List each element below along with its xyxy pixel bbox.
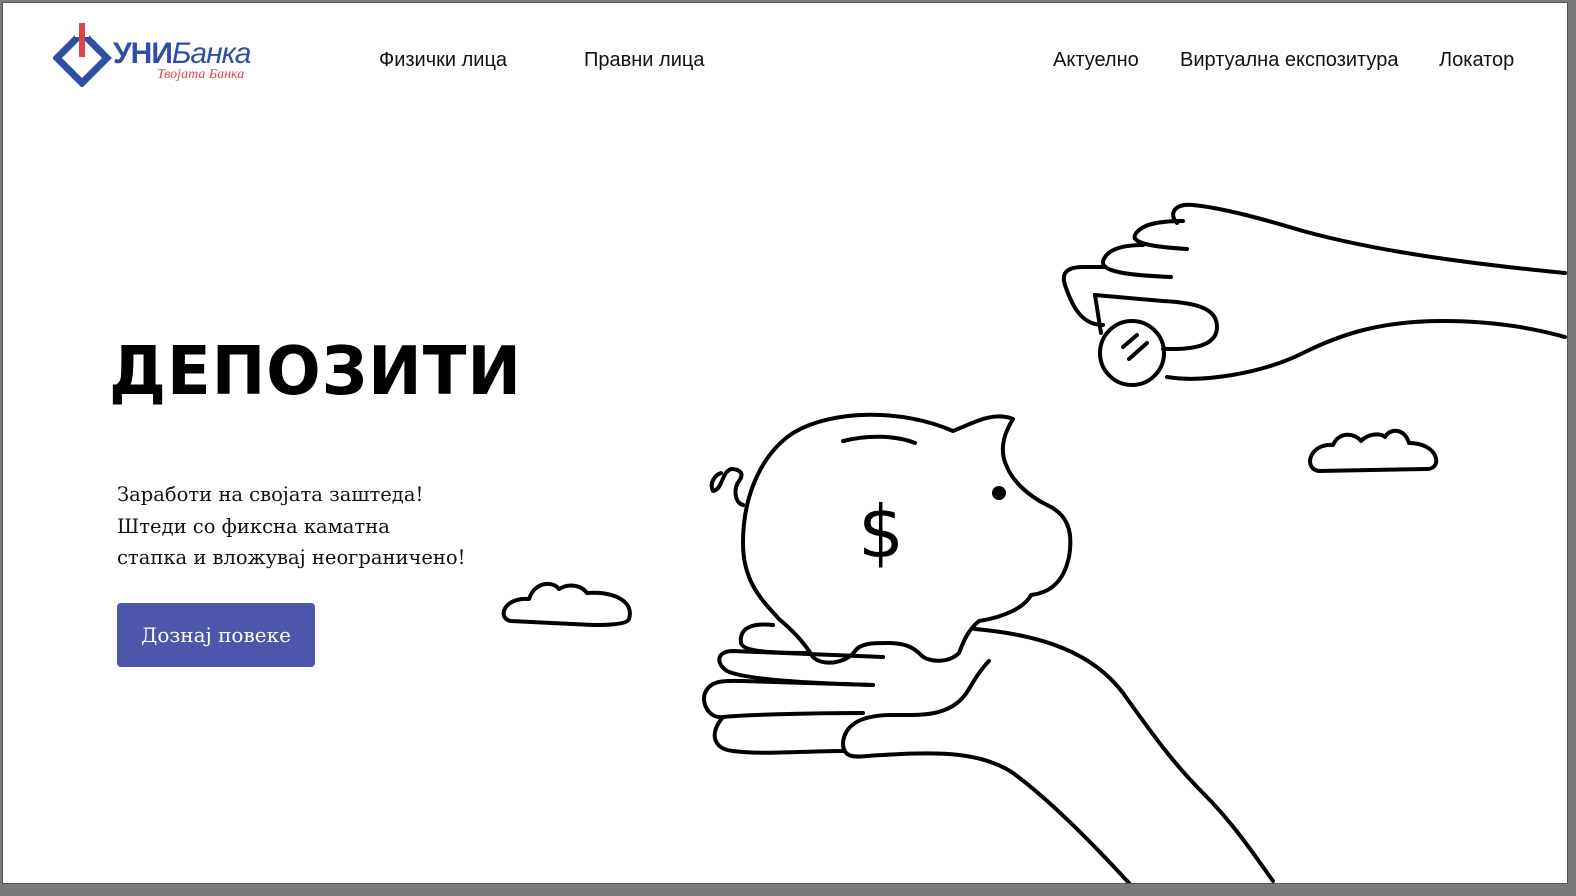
cloud-icon <box>1308 428 1439 473</box>
piggy-bank: $ <box>709 412 1073 665</box>
nav-news[interactable]: Актуелно <box>1053 47 1139 73</box>
piggy-bank-illustration: $ <box>501 202 1567 883</box>
unibank-logo[interactable]: УНИБанка Твојата Банка <box>52 23 273 88</box>
logo-diamond-icon <box>52 23 112 88</box>
nav-locator[interactable]: Локатор <box>1439 47 1514 73</box>
page-frame: УНИБанка Твојата Банка Физички лица Прав… <box>2 2 1568 884</box>
hand-dropping-coin <box>1061 202 1567 387</box>
hero-title: ДЕПОЗИТИ <box>109 333 522 411</box>
logo-wordmark: УНИБанка <box>113 37 251 70</box>
hero-line: Заработи на својата заштеда! <box>117 483 424 506</box>
hand-holding-piggy <box>702 622 1275 883</box>
coin-icon <box>1098 319 1166 387</box>
hero-description: Заработи на својата заштеда! Штеди со фи… <box>117 479 466 574</box>
learn-more-button[interactable]: Дознај повеке <box>117 603 315 667</box>
nav-individuals[interactable]: Физички лица <box>379 47 507 73</box>
hero-line: Штеди со фиксна каматна <box>117 514 390 538</box>
cloud-icon <box>501 581 632 627</box>
logo-tagline: Твојата Банка <box>157 67 245 82</box>
nav-legal-entities[interactable]: Правни лица <box>584 47 704 73</box>
hero-line: стапка и вложувај неограничено! <box>117 546 466 569</box>
nav-virtual-branch[interactable]: Виртуална експозитура <box>1180 47 1398 73</box>
dollar-sign-icon: $ <box>858 490 904 574</box>
